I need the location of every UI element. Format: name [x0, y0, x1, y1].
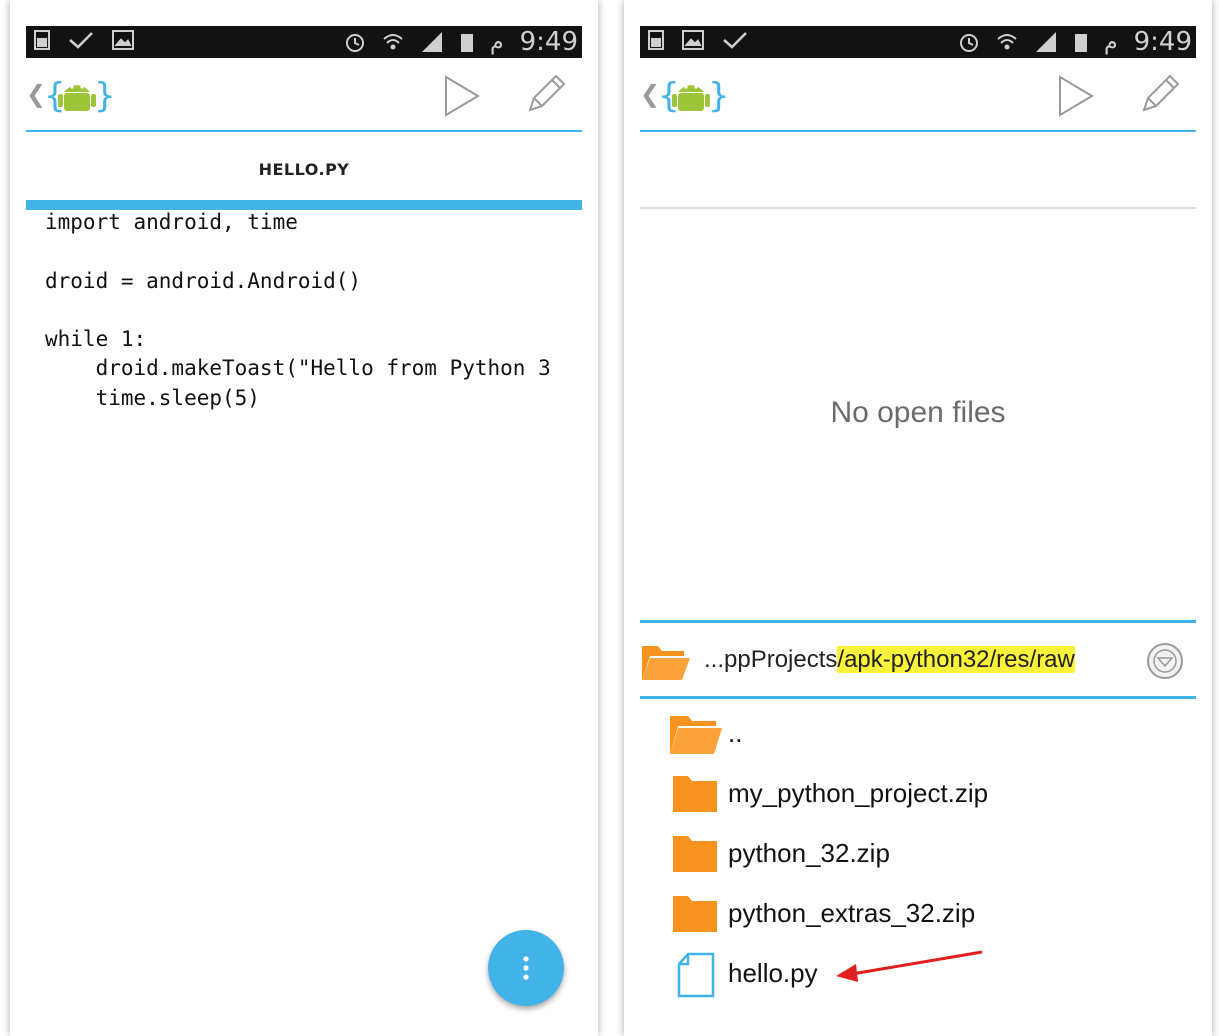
code-line: 2 [26, 237, 582, 266]
file-name: python_32.zip [728, 838, 890, 868]
empty-state-message: No open files [830, 396, 1006, 429]
code-line: 1 import android, time [26, 208, 582, 237]
code-text: time.sleep(5) [45, 385, 260, 410]
code-editor[interactable]: 1 import android, time 2 3 droid = android… [26, 208, 582, 1036]
list-item[interactable]: my_python_project.zip [640, 766, 1196, 822]
wifi-icon [997, 34, 1017, 50]
battery-icon [460, 34, 473, 52]
list-item[interactable]: python_32.zip [640, 826, 1196, 882]
browser-bottom-divider [640, 696, 1196, 699]
edit-pencil-icon[interactable] [1136, 70, 1184, 118]
folder-icon [673, 776, 717, 812]
edit-pencil-icon[interactable] [522, 70, 570, 118]
run-play-icon[interactable] [442, 74, 482, 118]
file-browser-screen: م 9:49 ❮ { } No open files ...ppProjects… [624, 0, 1212, 1036]
line-number: 3 [26, 267, 28, 296]
battery-saver-icon [648, 30, 664, 50]
wifi-icon [383, 34, 403, 50]
action-bar-divider [640, 130, 1196, 132]
tab-area-divider [640, 207, 1196, 209]
code-text: import android, time [45, 210, 298, 234]
list-item[interactable]: .. [640, 706, 1196, 762]
list-item[interactable]: python_extras_32.zip [640, 886, 1196, 942]
status-bar: م 9:49 [640, 26, 1196, 58]
svg-text:}: } [94, 76, 112, 116]
action-bar: ❮ { } [26, 58, 582, 132]
check-icon [69, 32, 93, 49]
expand-circle-icon[interactable] [1146, 642, 1184, 680]
path-highlight: /apk-python32/res/raw [837, 646, 1075, 673]
file-name: python_extras_32.zip [728, 898, 976, 928]
check-icon [723, 32, 747, 49]
line-number: 7 [26, 384, 28, 413]
more-options-fab[interactable] [488, 930, 564, 1006]
red-arrow-annotation [836, 950, 983, 982]
line-number: 2 [26, 237, 28, 266]
browser-top-divider [640, 620, 1196, 623]
image-icon [112, 30, 134, 50]
file-icon [677, 952, 715, 998]
battery-saver-icon [34, 30, 50, 50]
status-locale-label: م [489, 29, 504, 55]
file-name: hello.py [728, 958, 818, 988]
line-number: 6 [26, 354, 28, 383]
code-line: 3 droid = android.Android() [26, 267, 582, 296]
code-line: 6 droid.makeToast("Hello from Python 3 [26, 354, 582, 383]
battery-icon [1074, 34, 1087, 52]
file-name: my_python_project.zip [728, 778, 989, 808]
status-locale-label: م [1103, 29, 1118, 55]
alarm-icon [345, 34, 364, 52]
line-number: 5 [26, 325, 28, 354]
code-line: 4 [26, 296, 582, 325]
code-line: 7 time.sleep(5) [26, 384, 582, 413]
action-bar: ❮ { } [640, 58, 1196, 132]
signal-icon [1035, 32, 1056, 52]
current-path-bar[interactable]: ...ppProjects/apk-python32/res/raw [640, 624, 1196, 696]
status-time: 9:49 [1133, 27, 1192, 57]
editor-screen: م 9:49 ❮ { } HELLO.PY 1 import android, t… [10, 0, 598, 1036]
path-prefix: ...ppProjects [704, 646, 838, 673]
code-text: droid = android.Android() [45, 268, 362, 293]
line-number: 1 [26, 208, 28, 237]
svg-text:}: } [708, 76, 726, 116]
folder-icon [673, 896, 717, 932]
folder-icon [673, 836, 717, 872]
signal-icon [421, 32, 442, 52]
image-icon [682, 30, 704, 50]
line-number: 4 [26, 296, 28, 325]
current-path: ...ppProjects/apk-python32/res/raw [704, 646, 1075, 674]
code-text: droid.makeToast("Hello from Python 3 [45, 356, 551, 381]
folder-open-icon [642, 646, 690, 680]
code-text: while 1: [45, 327, 147, 352]
file-tab-bar: HELLO.PY [26, 132, 582, 210]
run-play-icon[interactable] [1056, 74, 1096, 118]
file-name: .. [728, 718, 743, 748]
folder-open-icon [670, 716, 722, 754]
status-time: 9:49 [519, 27, 578, 57]
code-line: 5 while 1: [26, 325, 582, 354]
android-logo-icon[interactable]: { } [42, 70, 112, 120]
status-bar: م 9:49 [26, 26, 582, 58]
alarm-icon [959, 34, 978, 52]
tab-hello-py[interactable]: HELLO.PY [26, 160, 582, 179]
android-logo-icon[interactable]: { } [656, 70, 726, 120]
vertical-dots-icon [523, 956, 529, 980]
